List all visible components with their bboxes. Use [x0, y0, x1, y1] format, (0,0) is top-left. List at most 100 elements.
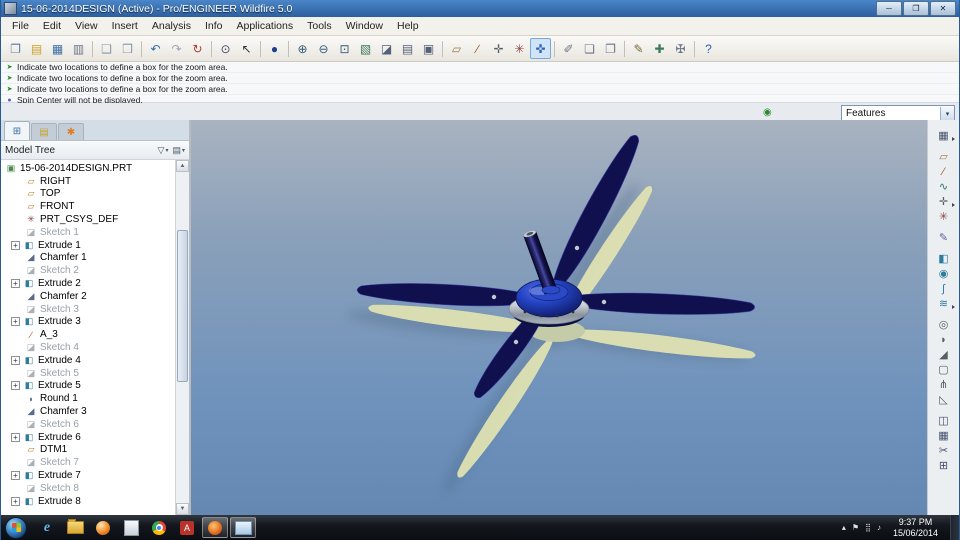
taskbar-firefox[interactable] — [90, 517, 116, 538]
tree-scrollbar[interactable]: ▲ ▼ — [175, 160, 189, 515]
zoom-out-icon[interactable]: ⊖ — [313, 38, 334, 59]
tree-item[interactable]: + ◧ Extrude 6 — [1, 431, 176, 444]
utilities-icon[interactable]: ✠ — [670, 38, 691, 59]
tree-item[interactable]: ◗ Round 1 — [1, 392, 176, 405]
context-help-icon[interactable]: ? — [698, 38, 719, 59]
datum-axis-tool[interactable]: ∕ — [933, 164, 955, 179]
sweep-tool[interactable]: ∫ — [933, 281, 955, 296]
tree-item[interactable]: + ◧ Extrude 7 — [1, 469, 176, 482]
menu-file[interactable]: File — [5, 19, 36, 33]
model-windows-icon[interactable]: ❏ — [579, 38, 600, 59]
saved-views-icon[interactable]: ◪ — [376, 38, 397, 59]
menu-applications[interactable]: Applications — [229, 19, 300, 33]
taskbar-proe[interactable] — [202, 517, 228, 538]
start-button[interactable] — [5, 516, 27, 539]
tree-item[interactable]: ▱ FRONT — [1, 200, 176, 213]
taskbar-adobe-reader[interactable]: A — [174, 517, 200, 538]
tree-item[interactable]: ◪ Sketch 1 — [1, 226, 176, 239]
tree-item[interactable]: + ◧ Extrude 3 — [1, 316, 176, 329]
tree-expander[interactable]: + — [11, 240, 20, 250]
tree-item[interactable]: ◢ Chamfer 3 — [1, 405, 176, 418]
menu-tools[interactable]: Tools — [300, 19, 339, 33]
trim-tool[interactable]: ✂ — [933, 443, 955, 458]
search-icon[interactable]: ⊙ — [215, 38, 236, 59]
show-desktop-button[interactable] — [950, 515, 959, 540]
rib-tool[interactable]: ⋔ — [933, 377, 955, 392]
menu-analysis[interactable]: Analysis — [145, 19, 198, 33]
new-file-icon[interactable]: ❐ — [5, 38, 26, 59]
maximize-button[interactable]: ❐ — [903, 1, 929, 16]
print-icon[interactable]: ▥ — [68, 38, 89, 59]
spin-center-toggle[interactable]: ✜ — [530, 38, 551, 59]
scroll-up-button[interactable]: ▲ — [176, 160, 189, 172]
paste-icon[interactable]: ❒ — [117, 38, 138, 59]
taskbar-windows-explorer[interactable] — [62, 517, 88, 538]
save-icon[interactable]: ▦ — [47, 38, 68, 59]
menu-info[interactable]: Info — [198, 19, 230, 33]
tree-settings-button[interactable]: ▤ ▾ — [172, 145, 185, 156]
merge-tool[interactable]: ⊞ — [933, 458, 955, 473]
tree-item[interactable]: + ◧ Extrude 1 — [1, 239, 176, 252]
tree-item[interactable]: ∕ A_3 — [1, 328, 176, 341]
shaded-display-icon[interactable]: ● — [264, 38, 285, 59]
tree-item[interactable]: + ◧ Extrude 8 — [1, 495, 176, 508]
scrollbar-thumb[interactable] — [177, 230, 188, 382]
tree-expander[interactable]: + — [11, 381, 20, 391]
revolve-tool[interactable]: ◉ — [933, 266, 955, 281]
csys-display-toggle[interactable]: ✳ — [509, 38, 530, 59]
datum-point-tool[interactable]: ✛ — [933, 194, 955, 209]
menu-edit[interactable]: Edit — [36, 19, 68, 33]
tree-item[interactable]: + ◧ Extrude 2 — [1, 277, 176, 290]
annotation-icon[interactable]: ✐ — [558, 38, 579, 59]
mirror-tool[interactable]: ◫ — [933, 413, 955, 428]
tree-item[interactable]: ◪ Sketch 4 — [1, 341, 176, 354]
tab-model-tree[interactable]: ⊞ — [4, 121, 30, 140]
sketch-tool[interactable]: ✎ — [933, 230, 955, 245]
menu-view[interactable]: View — [68, 19, 105, 33]
datum-planes-toggle[interactable]: ▱ — [446, 38, 467, 59]
action-center-icon[interactable]: ⚑ — [852, 523, 859, 532]
propeller-model[interactable] — [356, 129, 756, 404]
chevron-down-icon[interactable]: ▾ — [940, 107, 954, 120]
taskbar-proe-window[interactable] — [230, 517, 256, 538]
title-bar[interactable]: 15-06-2014DESIGN (Active) - Pro/ENGINEER… — [1, 0, 959, 17]
tree-expander[interactable]: + — [11, 317, 20, 327]
saved-view-list-icon[interactable]: ▦ — [933, 128, 955, 143]
close-button[interactable]: ✕ — [930, 1, 956, 16]
draft-tool[interactable]: ◺ — [933, 392, 955, 407]
tree-item[interactable]: + ◧ Extrude 5 — [1, 380, 176, 393]
datum-axes-toggle[interactable]: ∕ — [467, 38, 488, 59]
extrude-tool[interactable]: ◧ — [933, 251, 955, 266]
tree-item[interactable]: ▣ 15-06-2014DESIGN.PRT — [1, 162, 176, 175]
taskbar-clock[interactable]: 9:37 PM 15/06/2014 — [887, 517, 944, 538]
tree-expander[interactable]: + — [11, 279, 20, 289]
sketcher-display-icon[interactable]: ✎ — [628, 38, 649, 59]
refit-icon[interactable]: ⊡ — [334, 38, 355, 59]
tree-item[interactable]: ◪ Sketch 7 — [1, 456, 176, 469]
repaint-icon[interactable]: ▧ — [355, 38, 376, 59]
menu-insert[interactable]: Insert — [105, 19, 145, 33]
network-icon[interactable]: ⣿ — [865, 523, 871, 532]
propeller-blades[interactable] — [356, 129, 756, 404]
tree-expander[interactable]: + — [11, 432, 20, 442]
tree-item[interactable]: ◪ Sketch 2 — [1, 264, 176, 277]
datum-points-toggle[interactable]: ✛ — [488, 38, 509, 59]
layers-icon[interactable]: ▤ — [397, 38, 418, 59]
undo-icon[interactable]: ↶ — [145, 38, 166, 59]
taskbar-internet-explorer[interactable]: e — [34, 517, 60, 538]
datum-csys-tool[interactable]: ✳ — [933, 209, 955, 224]
flyout-arrow-icon[interactable] — [951, 137, 955, 141]
blend-tool[interactable]: ≋ — [933, 296, 955, 311]
tree-filter-button[interactable]: ▽ ▾ — [158, 145, 169, 156]
taskbar-calculator[interactable] — [118, 517, 144, 538]
tree-expander[interactable]: + — [11, 471, 20, 481]
zoom-in-icon[interactable]: ⊕ — [292, 38, 313, 59]
graphics-area[interactable] — [191, 120, 927, 515]
datum-plane-tool[interactable]: ▱ — [933, 149, 955, 164]
menu-window[interactable]: Window — [339, 19, 390, 33]
redo-icon[interactable]: ↷ — [166, 38, 187, 59]
select-arrow-icon[interactable]: ↖ — [236, 38, 257, 59]
hole-tool[interactable]: ◎ — [933, 317, 955, 332]
flyout-arrow-icon[interactable] — [951, 203, 955, 207]
shell-tool[interactable]: ▢ — [933, 362, 955, 377]
